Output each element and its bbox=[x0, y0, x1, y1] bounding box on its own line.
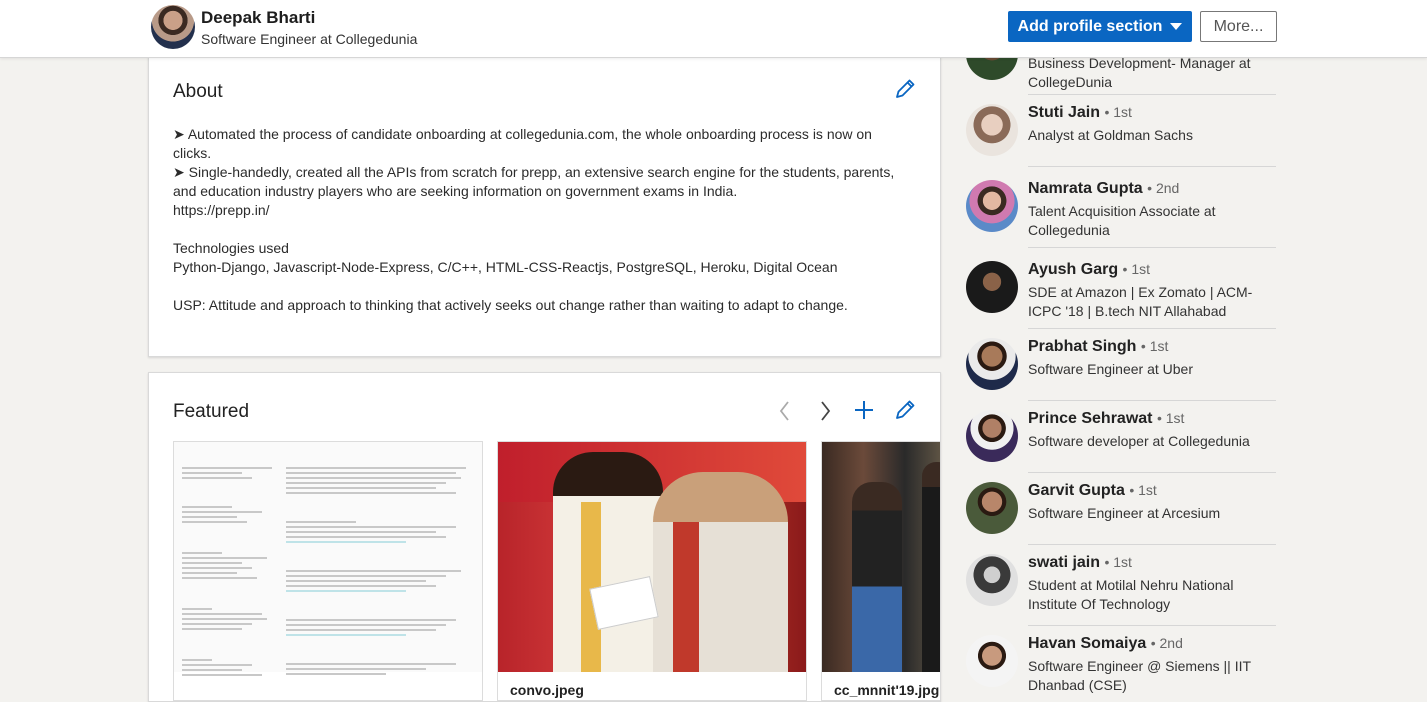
connection-degree: • 1st bbox=[1104, 104, 1132, 120]
about-text: ➤ Automated the process of candidate onb… bbox=[173, 125, 913, 315]
about-line: ➤ Single-handedly, created all the APIs … bbox=[173, 164, 895, 199]
person-title: Software developer at Collegedunia bbox=[1028, 433, 1250, 449]
about-line: Technologies used bbox=[173, 240, 289, 256]
avatar[interactable] bbox=[966, 554, 1018, 606]
caret-down-icon bbox=[1170, 23, 1183, 30]
plus-icon[interactable] bbox=[852, 398, 876, 422]
avatar[interactable] bbox=[966, 635, 1018, 687]
person-name[interactable]: Prince Sehrawat bbox=[1028, 410, 1153, 427]
add-profile-section-button[interactable]: Add profile section bbox=[1008, 11, 1192, 42]
people-also-viewed: Business Development- Manager at College… bbox=[951, 0, 1277, 693]
profile-headline: Software Engineer at Collegedunia bbox=[201, 31, 418, 47]
featured-item-convo[interactable]: convo.jpeg bbox=[497, 441, 807, 701]
chevron-right-icon[interactable] bbox=[815, 399, 835, 423]
divider bbox=[1028, 400, 1276, 401]
person-title: Business Development- Manager at College… bbox=[1028, 55, 1251, 90]
divider bbox=[1028, 94, 1276, 95]
person-name[interactable]: Stuti Jain bbox=[1028, 104, 1100, 121]
chevron-left-icon[interactable] bbox=[775, 399, 795, 423]
featured-card: Featured convo.jpeg cc_mnnit'19.jpg bbox=[148, 372, 941, 702]
avatar[interactable] bbox=[966, 104, 1018, 156]
about-line: ➤ Automated the process of candidate onb… bbox=[173, 126, 872, 161]
connection-degree: • 1st bbox=[1156, 410, 1185, 426]
group-photo bbox=[822, 442, 940, 672]
avatar[interactable] bbox=[966, 180, 1018, 232]
avatar[interactable] bbox=[966, 482, 1018, 534]
person-name[interactable]: Namrata Gupta bbox=[1028, 180, 1143, 197]
about-link[interactable]: https://prepp.in/ bbox=[173, 201, 913, 220]
profile-name: Deepak Bharti bbox=[201, 8, 316, 27]
connection-degree: • 1st bbox=[1140, 338, 1169, 354]
avatar[interactable] bbox=[966, 410, 1018, 462]
person-name[interactable]: swati jain bbox=[1028, 554, 1100, 571]
about-line: Python-Django, Javascript-Node-Express, … bbox=[173, 259, 838, 275]
person-title: Analyst at Goldman Sachs bbox=[1028, 127, 1193, 143]
connection-degree: • 1st bbox=[1129, 482, 1157, 498]
avatar[interactable] bbox=[966, 338, 1018, 390]
pencil-icon[interactable] bbox=[893, 398, 917, 422]
person-title: Student at Motilal Nehru National Instit… bbox=[1028, 577, 1234, 612]
connection-degree: • 1st bbox=[1122, 261, 1151, 277]
connection-degree: • 2nd bbox=[1150, 635, 1183, 651]
convocation-photo bbox=[498, 442, 806, 672]
divider bbox=[1028, 247, 1276, 248]
profile-sticky-header: Deepak Bharti Software Engineer at Colle… bbox=[0, 0, 1427, 58]
person-name[interactable]: Ayush Garg bbox=[1028, 261, 1118, 278]
person-name[interactable]: Havan Somaiya bbox=[1028, 635, 1146, 652]
avatar[interactable] bbox=[151, 5, 195, 49]
divider bbox=[1028, 472, 1276, 473]
pencil-icon[interactable] bbox=[893, 77, 917, 101]
featured-caption: cc_mnnit'19.jpg bbox=[834, 682, 940, 698]
divider bbox=[1028, 544, 1276, 545]
divider bbox=[1028, 328, 1276, 329]
about-card: About ➤ Automated the process of candida… bbox=[148, 56, 941, 357]
avatar[interactable] bbox=[966, 261, 1018, 313]
more-button[interactable]: More... bbox=[1200, 11, 1277, 42]
person-name[interactable]: Garvit Gupta bbox=[1028, 482, 1125, 499]
person-name[interactable]: Prabhat Singh bbox=[1028, 338, 1136, 355]
featured-item-cc-mnnit[interactable]: cc_mnnit'19.jpg bbox=[821, 441, 940, 701]
featured-caption: convo.jpeg bbox=[510, 682, 584, 698]
add-profile-section-label: Add profile section bbox=[1017, 17, 1163, 35]
person-title: Software Engineer at Uber bbox=[1028, 361, 1193, 377]
resume-thumbnail bbox=[174, 442, 482, 676]
divider bbox=[1028, 625, 1276, 626]
person-title: Software Engineer @ Siemens || IIT Dhanb… bbox=[1028, 658, 1251, 693]
person-title: Software Engineer at Arcesium bbox=[1028, 505, 1221, 521]
person-title: Talent Acquisition Associate at Colleged… bbox=[1028, 203, 1216, 238]
connection-degree: • 1st bbox=[1104, 554, 1132, 570]
featured-title: Featured bbox=[173, 401, 250, 422]
featured-item-resume[interactable] bbox=[173, 441, 483, 701]
about-line: USP: Attitude and approach to thinking t… bbox=[173, 297, 848, 313]
person-title: SDE at Amazon | Ex Zomato | ACM-ICPC '18… bbox=[1028, 284, 1253, 319]
connection-degree: • 2nd bbox=[1147, 180, 1180, 196]
divider bbox=[1028, 166, 1276, 167]
about-title: About bbox=[173, 81, 223, 102]
